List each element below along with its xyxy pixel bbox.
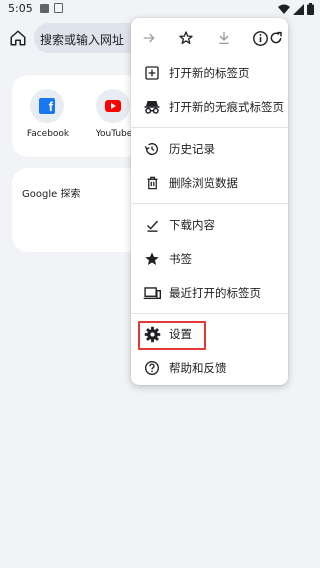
youtube-tile-icon-wrap [96, 89, 130, 123]
menu-item-label: 打开新的标签页 [169, 66, 250, 80]
menu-item-recent-tabs[interactable]: 最近打开的标签页 [131, 276, 288, 310]
download-icon [219, 32, 229, 44]
wifi-icon [278, 4, 290, 14]
refresh-button[interactable] [265, 27, 287, 49]
menu-item-label: 下载内容 [169, 218, 215, 232]
menu-item-history[interactable]: 历史记录 [131, 132, 288, 166]
notification-a-icon [54, 3, 63, 13]
notification-icon [40, 4, 49, 13]
menu-item-label: 历史记录 [169, 142, 215, 156]
incognito-icon [143, 98, 161, 116]
battery-icon [307, 3, 314, 15]
menu-item-downloads[interactable]: 下载内容 [131, 208, 288, 242]
menu-item-label: 打开新的无痕式标签页 [169, 100, 284, 114]
tile-label: Facebook [26, 129, 70, 139]
facebook-icon: f [39, 98, 55, 114]
omnibox-placeholder: 搜索或输入网址 [40, 33, 125, 47]
menu-item-clear-browsing-data[interactable]: 删除浏览数据 [131, 166, 288, 200]
settings-highlight-box [138, 321, 206, 350]
menu-item-new-tab[interactable]: 打开新的标签页 [131, 56, 288, 90]
tile-facebook[interactable]: f Facebook [14, 75, 74, 139]
home-button[interactable] [6, 26, 30, 50]
forward-icon [143, 33, 155, 43]
menu-divider [131, 203, 288, 204]
signal-icon [293, 3, 304, 15]
menu-item-label: 删除浏览数据 [169, 176, 238, 190]
recent-tabs-icon [143, 284, 161, 302]
download-page-button[interactable] [213, 27, 235, 49]
refresh-icon [270, 31, 282, 44]
youtube-icon [105, 100, 121, 112]
discover-card: Google 探索 [12, 168, 142, 252]
bookmark-star-icon [143, 250, 161, 268]
trash-icon [143, 174, 161, 192]
menu-item-new-incognito-tab[interactable]: 打开新的无痕式标签页 [131, 90, 288, 124]
menu-item-bookmarks[interactable]: 书签 [131, 242, 288, 276]
new-tab-icon [143, 64, 161, 82]
omnibox[interactable]: 搜索或输入网址 [34, 23, 144, 53]
menu-divider [131, 127, 288, 128]
help-icon [143, 359, 161, 377]
menu-divider [131, 313, 288, 314]
menu-item-label: 书签 [169, 252, 192, 266]
star-icon [179, 31, 193, 44]
history-icon [143, 140, 161, 158]
forward-button[interactable] [138, 27, 160, 49]
bookmark-button[interactable] [175, 27, 197, 49]
google-discover-label: Google 探索 [22, 189, 81, 200]
status-bar: 5:05 [0, 0, 320, 18]
menu-item-help-feedback[interactable]: 帮助和反馈 [131, 351, 288, 385]
menu-item-label: 最近打开的标签页 [169, 286, 261, 300]
downloads-icon [143, 216, 161, 234]
menu-item-label: 帮助和反馈 [169, 361, 227, 375]
menu-action-row [131, 18, 288, 58]
facebook-tile-icon-wrap: f [30, 89, 64, 123]
home-icon [10, 30, 26, 46]
shortcuts-card: f Facebook YouTube [12, 75, 142, 157]
status-right [278, 2, 314, 16]
status-time: 5:05 [8, 2, 33, 15]
